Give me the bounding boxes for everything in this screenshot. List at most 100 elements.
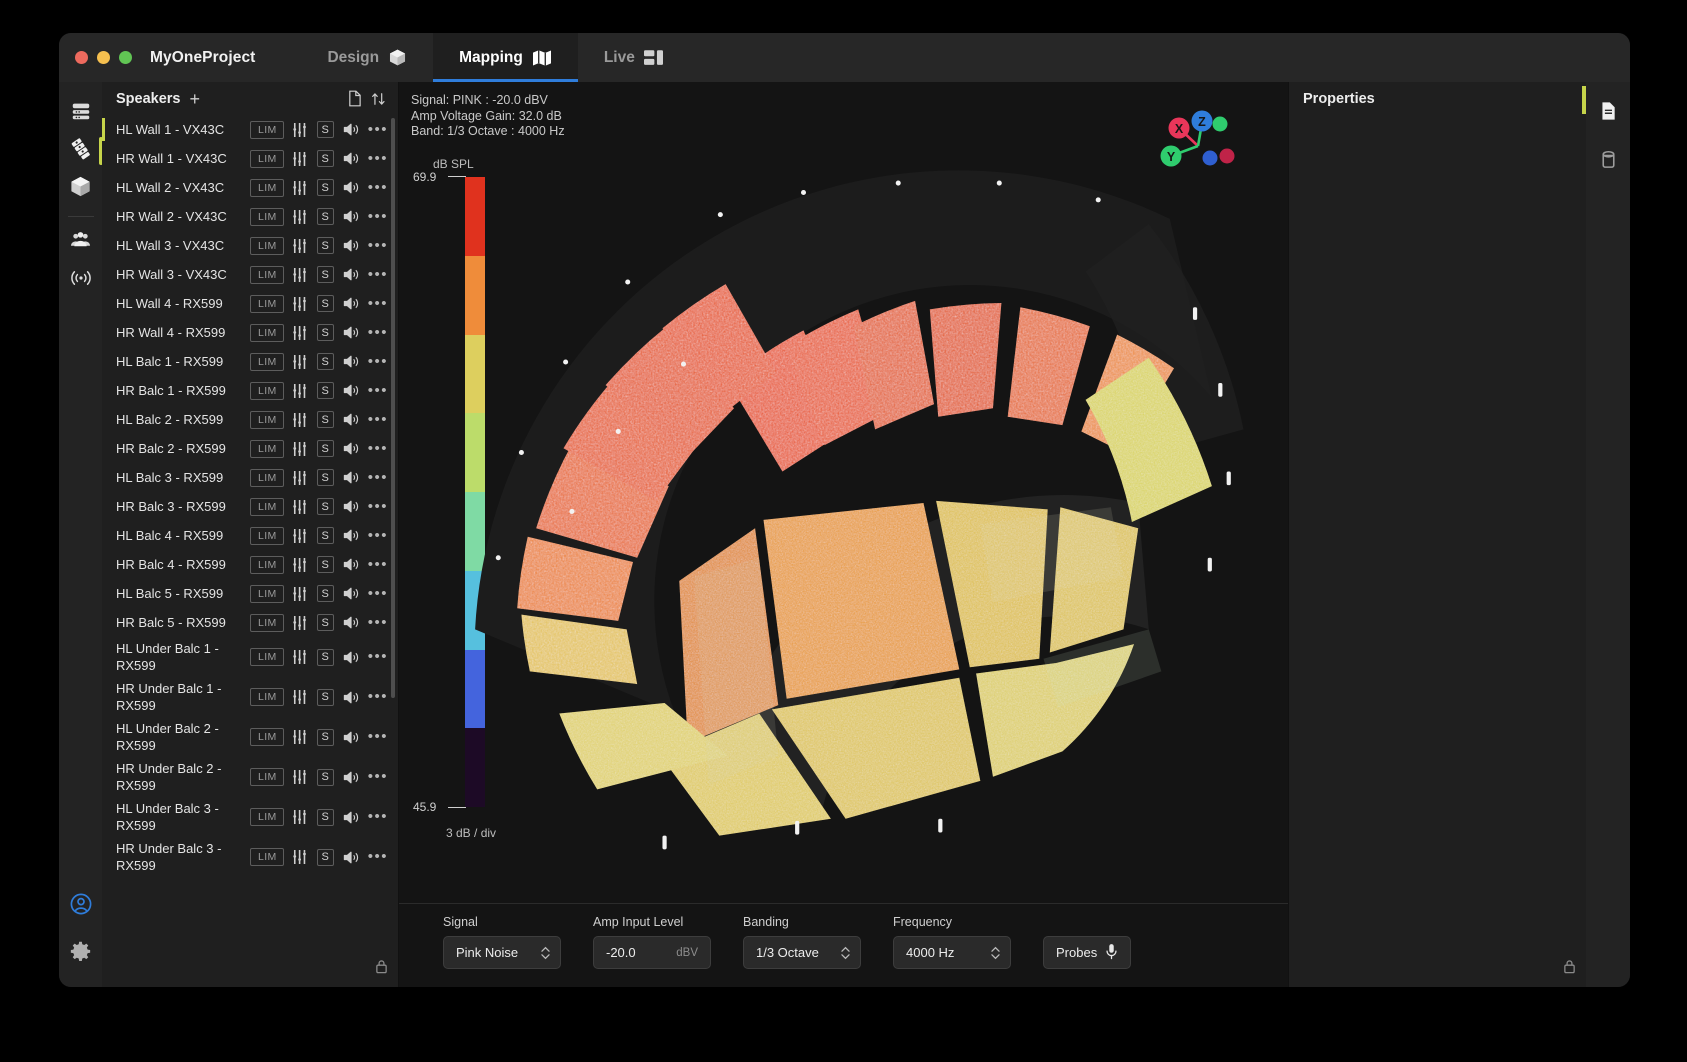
zoom-button[interactable] <box>119 51 132 64</box>
tab-design[interactable]: Design <box>301 33 433 82</box>
faders-icon[interactable] <box>293 770 308 784</box>
speaker-row[interactable]: HR Balc 4 - RX599LIMS••• <box>102 550 398 579</box>
rail-item-speaker-array[interactable] <box>61 132 101 170</box>
speaker-icon[interactable] <box>343 209 359 224</box>
limiter-badge[interactable]: LIM <box>250 150 284 168</box>
speaker-row[interactable]: HL Under Balc 2 - RX599LIMS••• <box>102 717 398 757</box>
solo-button[interactable]: S <box>317 237 334 254</box>
speaker-row[interactable]: HL Balc 4 - RX599LIMS••• <box>102 521 398 550</box>
speaker-row[interactable]: HR Wall 2 - VX43CLIMS••• <box>102 202 398 231</box>
speaker-icon[interactable] <box>343 810 359 825</box>
faders-icon[interactable] <box>293 355 308 369</box>
rail-item-document[interactable] <box>1588 94 1628 132</box>
speaker-row[interactable]: HL Balc 5 - RX599LIMS••• <box>102 579 398 608</box>
solo-button[interactable]: S <box>317 324 334 341</box>
limiter-badge[interactable]: LIM <box>250 121 284 139</box>
more-options-button[interactable]: ••• <box>368 853 388 861</box>
more-options-button[interactable]: ••• <box>368 329 388 337</box>
solo-button[interactable]: S <box>317 527 334 544</box>
speaker-row[interactable]: HR Wall 3 - VX43CLIMS••• <box>102 260 398 289</box>
limiter-badge[interactable]: LIM <box>250 768 284 786</box>
speaker-icon[interactable] <box>343 441 359 456</box>
more-options-button[interactable]: ••• <box>368 590 388 598</box>
speaker-icon[interactable] <box>343 296 359 311</box>
faders-icon[interactable] <box>293 326 308 340</box>
more-options-button[interactable]: ••• <box>368 561 388 569</box>
more-options-button[interactable]: ••• <box>368 653 388 661</box>
solo-button[interactable]: S <box>317 585 334 602</box>
faders-icon[interactable] <box>293 384 308 398</box>
speaker-icon[interactable] <box>343 615 359 630</box>
limiter-badge[interactable]: LIM <box>250 411 284 429</box>
limiter-badge[interactable]: LIM <box>250 179 284 197</box>
more-options-button[interactable]: ••• <box>368 126 388 134</box>
speaker-row[interactable]: HR Under Balc 3 - RX599LIMS••• <box>102 837 398 877</box>
faders-icon[interactable] <box>293 297 308 311</box>
amp-input-level-field[interactable]: -20.0 dBV <box>593 936 711 969</box>
limiter-badge[interactable]: LIM <box>250 208 284 226</box>
speaker-row[interactable]: HL Wall 1 - VX43CLIMS••• <box>102 115 398 144</box>
rail-item-account[interactable] <box>61 887 101 925</box>
chevron-updown-icon[interactable] <box>990 945 1001 961</box>
more-options-button[interactable]: ••• <box>368 155 388 163</box>
speaker-icon[interactable] <box>343 180 359 195</box>
speaker-row[interactable]: HR Under Balc 2 - RX599LIMS••• <box>102 757 398 797</box>
solo-button[interactable]: S <box>317 729 334 746</box>
speaker-icon[interactable] <box>343 730 359 745</box>
frequency-select[interactable]: 4000 Hz <box>893 936 1011 969</box>
solo-button[interactable]: S <box>317 556 334 573</box>
speaker-row[interactable]: HR Wall 1 - VX43CLIMS••• <box>102 144 398 173</box>
limiter-badge[interactable]: LIM <box>250 440 284 458</box>
solo-button[interactable]: S <box>317 179 334 196</box>
limiter-badge[interactable]: LIM <box>250 614 284 632</box>
speakers-list[interactable]: HL Wall 1 - VX43CLIMS•••HR Wall 1 - VX43… <box>102 115 398 987</box>
solo-button[interactable]: S <box>317 809 334 826</box>
faders-icon[interactable] <box>293 587 308 601</box>
limiter-badge[interactable]: LIM <box>250 648 284 666</box>
speaker-icon[interactable] <box>343 557 359 572</box>
speaker-row[interactable]: HR Balc 3 - RX599LIMS••• <box>102 492 398 521</box>
speaker-icon[interactable] <box>343 850 359 865</box>
more-options-button[interactable]: ••• <box>368 242 388 250</box>
limiter-badge[interactable]: LIM <box>250 848 284 866</box>
signal-select[interactable]: Pink Noise <box>443 936 561 969</box>
faders-icon[interactable] <box>293 558 308 572</box>
speaker-row[interactable]: HR Wall 4 - RX599LIMS••• <box>102 318 398 347</box>
limiter-badge[interactable]: LIM <box>250 688 284 706</box>
lock-icon[interactable] <box>1563 959 1576 979</box>
faders-icon[interactable] <box>293 616 308 630</box>
more-options-button[interactable]: ••• <box>368 813 388 821</box>
more-options-button[interactable]: ••• <box>368 445 388 453</box>
faders-icon[interactable] <box>293 181 308 195</box>
more-options-button[interactable]: ••• <box>368 271 388 279</box>
faders-icon[interactable] <box>293 239 308 253</box>
more-options-button[interactable]: ••• <box>368 416 388 424</box>
limiter-badge[interactable]: LIM <box>250 324 284 342</box>
faders-icon[interactable] <box>293 471 308 485</box>
solo-button[interactable]: S <box>317 382 334 399</box>
faders-icon[interactable] <box>293 210 308 224</box>
rail-item-preset[interactable] <box>1588 142 1628 180</box>
rail-item-signal[interactable] <box>61 261 101 299</box>
limiter-badge[interactable]: LIM <box>250 353 284 371</box>
sort-icon[interactable] <box>371 91 386 107</box>
banding-select[interactable]: 1/3 Octave <box>743 936 861 969</box>
solo-button[interactable]: S <box>317 498 334 515</box>
rail-item-model[interactable] <box>61 170 101 208</box>
solo-button[interactable]: S <box>317 440 334 457</box>
speaker-row[interactable]: HL Wall 3 - VX43CLIMS••• <box>102 231 398 260</box>
speaker-icon[interactable] <box>343 470 359 485</box>
speaker-row[interactable]: HL Balc 2 - RX599LIMS••• <box>102 405 398 434</box>
limiter-badge[interactable]: LIM <box>250 556 284 574</box>
limiter-badge[interactable]: LIM <box>250 469 284 487</box>
limiter-badge[interactable]: LIM <box>250 527 284 545</box>
speaker-row[interactable]: HL Wall 4 - RX599LIMS••• <box>102 289 398 318</box>
faders-icon[interactable] <box>293 730 308 744</box>
speaker-icon[interactable] <box>343 770 359 785</box>
limiter-badge[interactable]: LIM <box>250 295 284 313</box>
lock-icon[interactable] <box>375 959 388 979</box>
more-options-button[interactable]: ••• <box>368 693 388 701</box>
limiter-badge[interactable]: LIM <box>250 266 284 284</box>
solo-button[interactable]: S <box>317 208 334 225</box>
speaker-icon[interactable] <box>343 151 359 166</box>
